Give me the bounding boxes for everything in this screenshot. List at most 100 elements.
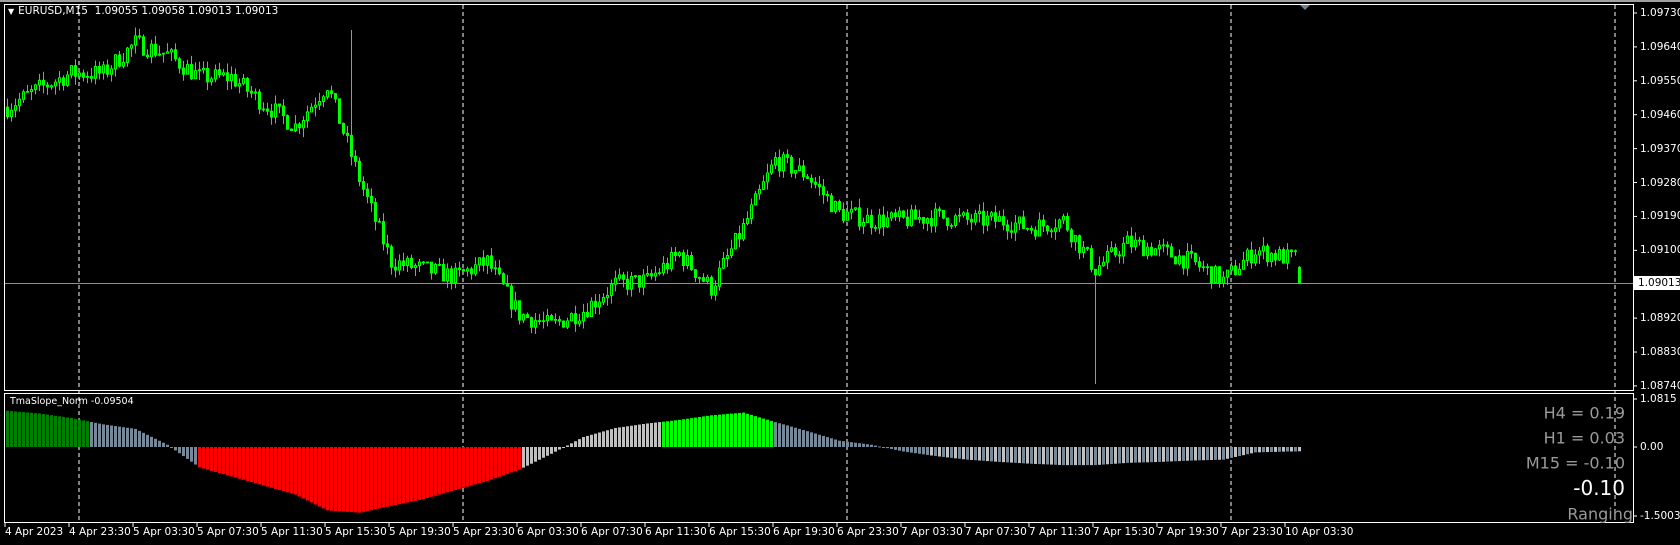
histogram-bar: [630, 425, 633, 447]
bull-candle-body: [78, 72, 81, 77]
bull-candle-body: [1134, 239, 1137, 248]
histogram-bar: [366, 447, 369, 511]
histogram-bar: [1030, 447, 1033, 464]
bull-candle-body: [958, 214, 961, 217]
bull-candle-body: [598, 301, 601, 308]
histogram-bar: [994, 447, 997, 462]
bear-candle-body: [218, 69, 221, 76]
histogram-bar: [494, 447, 497, 479]
bull-candle-body: [1102, 261, 1105, 267]
bear-candle-body: [938, 208, 941, 211]
bull-candle-body: [306, 111, 309, 121]
histogram-bar: [98, 423, 101, 447]
histogram-bar: [486, 447, 489, 481]
bear-candle-body: [6, 106, 9, 118]
bull-candle-body: [406, 257, 409, 267]
bear-candle-body: [946, 217, 949, 227]
bear-candle-body: [1202, 266, 1205, 269]
bull-candle-body: [890, 212, 893, 219]
time-tick-label: 7 Apr 07:30: [965, 526, 1027, 538]
bear-candle-body: [1194, 252, 1197, 263]
current-price-tag: 1.09013: [1634, 276, 1680, 290]
bull-candle-body: [654, 272, 657, 277]
bull-candle-body: [866, 214, 869, 224]
histogram-bar: [1046, 447, 1049, 465]
histogram-bar: [214, 447, 217, 472]
bear-candle-body: [966, 212, 969, 220]
bull-candle-body: [794, 170, 797, 174]
bear-candle-body: [378, 220, 381, 223]
bear-candle-body: [1002, 216, 1005, 226]
histogram-bar: [1010, 447, 1013, 463]
time-tick-label: 7 Apr 23:30: [1221, 526, 1283, 538]
histogram-bar: [1282, 447, 1285, 452]
histogram-bar: [410, 447, 413, 502]
bull-candle-body: [834, 201, 837, 213]
histogram-bar: [806, 431, 809, 447]
chart-canvas[interactable]: [0, 0, 1680, 545]
bull-candle-body: [1262, 245, 1265, 252]
bull-candle-body: [122, 61, 125, 67]
histogram-bar: [490, 447, 493, 480]
histogram-bar: [646, 423, 649, 447]
histogram-bar: [102, 424, 105, 447]
histogram-bar: [1166, 447, 1169, 462]
bull-candle-body: [734, 232, 737, 250]
histogram-bar: [242, 447, 245, 480]
histogram-bar: [302, 447, 305, 499]
histogram-bar: [258, 447, 261, 485]
histogram-bar: [14, 411, 17, 447]
bear-candle-body: [1138, 239, 1141, 242]
histogram-bar: [30, 412, 33, 447]
bull-candle-body: [26, 90, 29, 93]
bear-candle-body: [562, 320, 565, 328]
histogram-bar: [1178, 447, 1181, 462]
market-state: Ranging: [1567, 504, 1633, 524]
bull-candle-body: [646, 273, 649, 276]
histogram-bar: [810, 432, 813, 447]
bear-candle-body: [698, 277, 701, 279]
histogram-bar: [506, 447, 509, 474]
bear-candle-body: [462, 269, 465, 272]
histogram-bar: [742, 412, 745, 447]
bull-candle-body: [134, 35, 137, 46]
histogram-bar: [958, 447, 961, 459]
bull-candle-body: [534, 320, 537, 328]
histogram-bar: [182, 447, 185, 457]
histogram-bar: [906, 447, 909, 453]
histogram-bar: [382, 447, 385, 508]
histogram-bar: [390, 447, 393, 506]
bear-candle-body: [206, 67, 209, 83]
bull-candle-body: [954, 215, 957, 226]
histogram-bar: [510, 447, 513, 473]
histogram-bar: [762, 418, 765, 447]
bear-candle-body: [586, 311, 589, 317]
histogram-bar: [1050, 447, 1053, 465]
histogram-bar: [590, 434, 593, 447]
bull-candle-body: [242, 78, 245, 85]
bear-candle-body: [458, 267, 461, 271]
histogram-bar: [78, 419, 81, 447]
histogram-bar: [698, 416, 701, 447]
bear-candle-body: [814, 181, 817, 185]
bear-candle-body: [778, 156, 781, 172]
histogram-bar: [962, 447, 965, 460]
histogram-bar: [398, 447, 401, 505]
dropdown-triangle-icon[interactable]: ▼: [8, 7, 14, 16]
bull-candle-body: [30, 89, 33, 92]
bull-candle-body: [210, 78, 213, 83]
bull-candle-body: [862, 222, 865, 227]
bull-candle-body: [658, 272, 661, 275]
bear-candle-body: [282, 105, 285, 117]
bear-candle-body: [334, 93, 337, 100]
time-tick-label: 5 Apr 11:30: [261, 526, 323, 538]
time-tick-label: 5 Apr 19:30: [389, 526, 451, 538]
histogram-bar: [1266, 447, 1269, 453]
bear-candle-body: [394, 266, 397, 271]
histogram-bar: [910, 447, 913, 453]
histogram-bar: [378, 447, 381, 509]
histogram-bar: [950, 447, 953, 458]
histogram-bar: [850, 442, 853, 447]
histogram-bar: [1054, 447, 1057, 465]
histogram-bar: [94, 422, 97, 447]
